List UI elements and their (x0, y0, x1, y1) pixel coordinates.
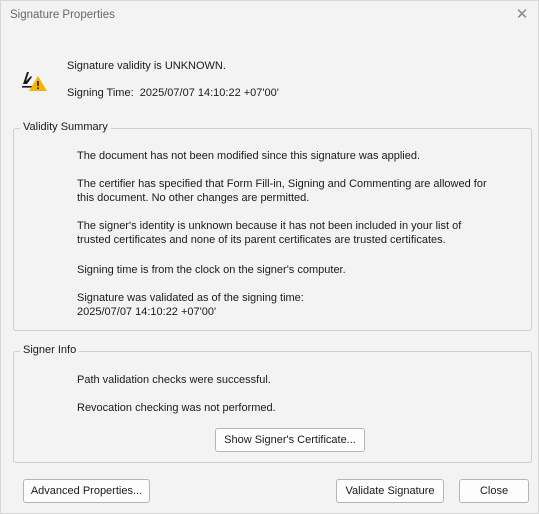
validity-summary-line: The certifier has specified that Form Fi… (77, 178, 487, 190)
signature-warning-icon (22, 72, 47, 91)
validity-summary-line: The document has not been modified since… (77, 150, 421, 162)
show-signer-certificate-button[interactable]: Show Signer's Certificate... (215, 428, 365, 452)
signer-info-label: Signer Info (20, 344, 80, 356)
validity-summary-line: trusted certificates and none of its par… (77, 234, 446, 246)
title-bar: Signature Properties ✕ (1, 1, 538, 29)
validate-signature-button[interactable]: Validate Signature (336, 479, 444, 503)
validity-summary-line: The signer's identity is unknown because… (77, 220, 462, 232)
validity-summary-line: Signature was validated as of the signin… (77, 292, 304, 304)
validity-status-text: Signature validity is UNKNOWN. (67, 60, 226, 72)
validity-summary-label: Validity Summary (20, 121, 111, 133)
signer-info-line: Path validation checks were successful. (77, 374, 271, 386)
signer-info-line: Revocation checking was not performed. (77, 402, 276, 414)
signing-time-text: Signing Time: 2025/07/07 14:10:22 +07'00… (67, 87, 279, 99)
dialog-title: Signature Properties (10, 9, 115, 21)
validity-summary-line: this document. No other changes are perm… (77, 192, 310, 204)
advanced-properties-button[interactable]: Advanced Properties... (23, 479, 150, 503)
validity-summary-line: Signing time is from the clock on the si… (77, 264, 346, 276)
validity-summary-line: 2025/07/07 14:10:22 +07'00' (77, 306, 217, 318)
close-button[interactable]: Close (459, 479, 529, 503)
close-icon[interactable]: ✕ (512, 5, 532, 25)
signature-properties-dialog: Signature Properties ✕ Signature validit… (0, 0, 539, 514)
